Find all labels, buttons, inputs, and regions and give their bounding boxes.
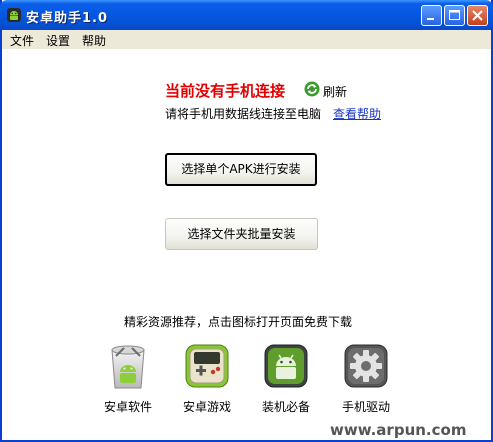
maximize-icon [449,10,460,20]
connection-hint: 请将手机用数据线连接至电脑 [165,107,322,121]
minimize-icon [427,18,434,20]
gear-icon [344,344,388,388]
menu-file[interactable]: 文件 [10,32,34,49]
close-icon [472,10,483,21]
refresh-icon[interactable] [304,81,320,97]
gameboy-icon [185,344,229,388]
menu-help[interactable]: 帮助 [82,32,106,49]
android-bin-icon [111,345,145,389]
android-app-icon [7,8,21,22]
tile-label: 手机驱动 [341,400,390,414]
install-single-apk-button[interactable]: 选择单个APK进行安装 [165,153,317,186]
window-title: 安卓助手1.0 [26,11,109,26]
view-help-link[interactable]: 查看帮助 [333,105,381,122]
menu-bar: 文件 设置 帮助 [2,30,491,49]
install-folder-batch-button[interactable]: 选择文件夹批量安装 [165,218,318,250]
tile-label: 安卓软件 [103,400,152,414]
maximize-button[interactable] [444,5,465,26]
tile-label: 装机必备 [261,400,310,414]
refresh-link[interactable]: 刷新 [323,83,347,100]
android-box-icon [264,344,308,388]
connection-status-title: 当前没有手机连接 [165,82,286,100]
title-bar[interactable]: 安卓助手1.0 [0,0,493,30]
watermark-text: www.arpun.com [330,421,467,439]
tile-label: 安卓游戏 [182,400,231,414]
menu-settings[interactable]: 设置 [46,32,70,49]
recommend-text: 精彩资源推荐，点击图标打开页面免费下载 [124,315,353,329]
minimize-button[interactable] [421,5,442,26]
app-window: 安卓助手1.0 文件 设置 帮助 当前没有手机连接 刷新 请将手机用数据线连接至… [0,0,493,442]
close-button[interactable] [467,5,488,26]
main-content: 当前没有手机连接 刷新 请将手机用数据线连接至电脑 查看帮助 选择单个APK进行… [2,49,491,440]
